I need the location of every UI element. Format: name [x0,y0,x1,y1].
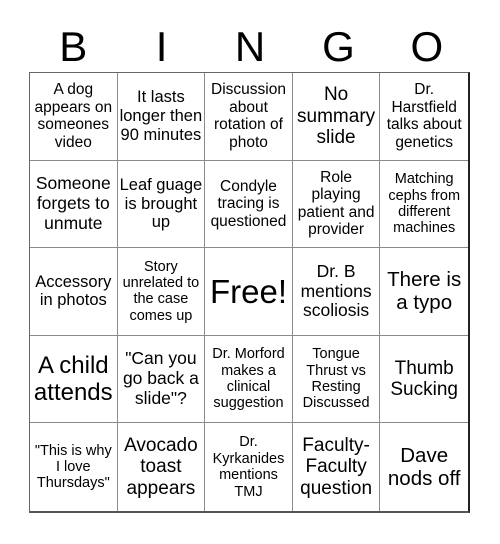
bingo-cell[interactable]: No summary slide [292,73,381,161]
header-letter-o: O [410,23,444,70]
cell-text: Someone forgets to unmute [35,173,111,233]
bingo-cell[interactable]: Thumb Sucking [380,336,468,424]
bingo-board: A dog appears on someones video It lasts… [29,72,470,513]
cell-text: Tongue Thrust vs Resting Discussed [302,346,370,412]
cell-text: Condyle tracing is questioned [210,177,287,230]
bingo-cell[interactable]: Leaf guage is brought up [117,160,206,249]
cell-text: Dave nods off [387,444,461,491]
header-letter-b: B [59,23,88,70]
cell-text: Dr. Kyrkanides mentions TMJ [212,434,285,500]
bingo-cell[interactable]: Tongue Thrust vs Resting Discussed [292,335,381,424]
cell-text: Leaf guage is brought up [119,175,203,232]
cell-text: It lasts longer then 90 minutes [119,88,203,144]
bingo-cell[interactable]: A child attends [30,335,118,424]
cell-text: Dr. Morford makes a clinical suggestion [212,346,285,412]
cell-text: Free! [209,272,287,310]
cell-text: No summary slide [297,84,376,149]
bingo-cell[interactable]: Dave nods off [380,423,468,511]
bingo-cell[interactable]: Dr. Kyrkanides mentions TMJ [205,423,293,511]
cell-text: "Can you go back a slide"? [122,348,199,408]
cell-text: A dog appears on someones video [34,81,113,151]
bingo-cell[interactable]: Someone forgets to unmute [30,160,118,249]
header-letter-n: N [234,23,266,70]
bingo-cell[interactable]: Accessory in photos [30,248,118,336]
cell-text: Dr. B mentions scoliosis [300,260,372,321]
bingo-cell[interactable]: Dr. B mentions scoliosis [292,248,381,336]
bingo-cell[interactable]: It lasts longer then 90 minutes [117,73,206,161]
bingo-cell[interactable]: Role playing patient and provider [292,160,381,249]
cell-text: Avocado toast appears [124,434,198,499]
bingo-cell[interactable]: Dr. Harstfield talks about genetics [380,73,468,161]
bingo-cell[interactable]: Dr. Morford makes a clinical suggestion [205,335,293,424]
cell-text: Discussion about rotation of photo [211,81,286,151]
cell-text: Story unrelated to the case comes up [122,258,200,324]
header-letter-g: G [322,23,355,70]
cell-text: Accessory in photos [35,272,112,310]
bingo-cell[interactable]: Matching cephs from different machines [380,161,468,249]
cell-text: A child attends [33,351,113,407]
bingo-cell[interactable]: "This is why I love Thursdays" [30,423,118,511]
bingo-cell[interactable]: Faculty-Faculty question [293,423,381,511]
cell-text: Thumb Sucking [390,357,458,401]
bingo-cell[interactable]: A dog appears on someones video [30,73,118,161]
cell-text: "This is why I love Thursdays" [34,442,112,492]
bingo-cell[interactable]: Discussion about rotation of photo [205,73,293,161]
cell-text: Faculty-Faculty question [300,434,373,499]
bingo-cell[interactable]: Avocado toast appears [118,423,206,511]
cell-text: Role playing patient and provider [297,168,375,239]
cell-text: Dr. Harstfield talks about genetics [386,81,462,151]
cell-text: Matching cephs from different machines [388,171,461,237]
bingo-cell[interactable]: There is a typo [380,248,468,336]
bingo-cell[interactable]: "Can you go back a slide"? [117,335,206,424]
bingo-header: B I N G O [29,22,471,72]
bingo-cell[interactable]: Condyle tracing is questioned [205,160,293,249]
header-letter-i: I [155,23,168,70]
cell-text: There is a typo [387,268,462,315]
free-space-cell[interactable]: Free! [205,248,293,336]
bingo-cell[interactable]: Story unrelated to the case comes up [117,248,206,336]
